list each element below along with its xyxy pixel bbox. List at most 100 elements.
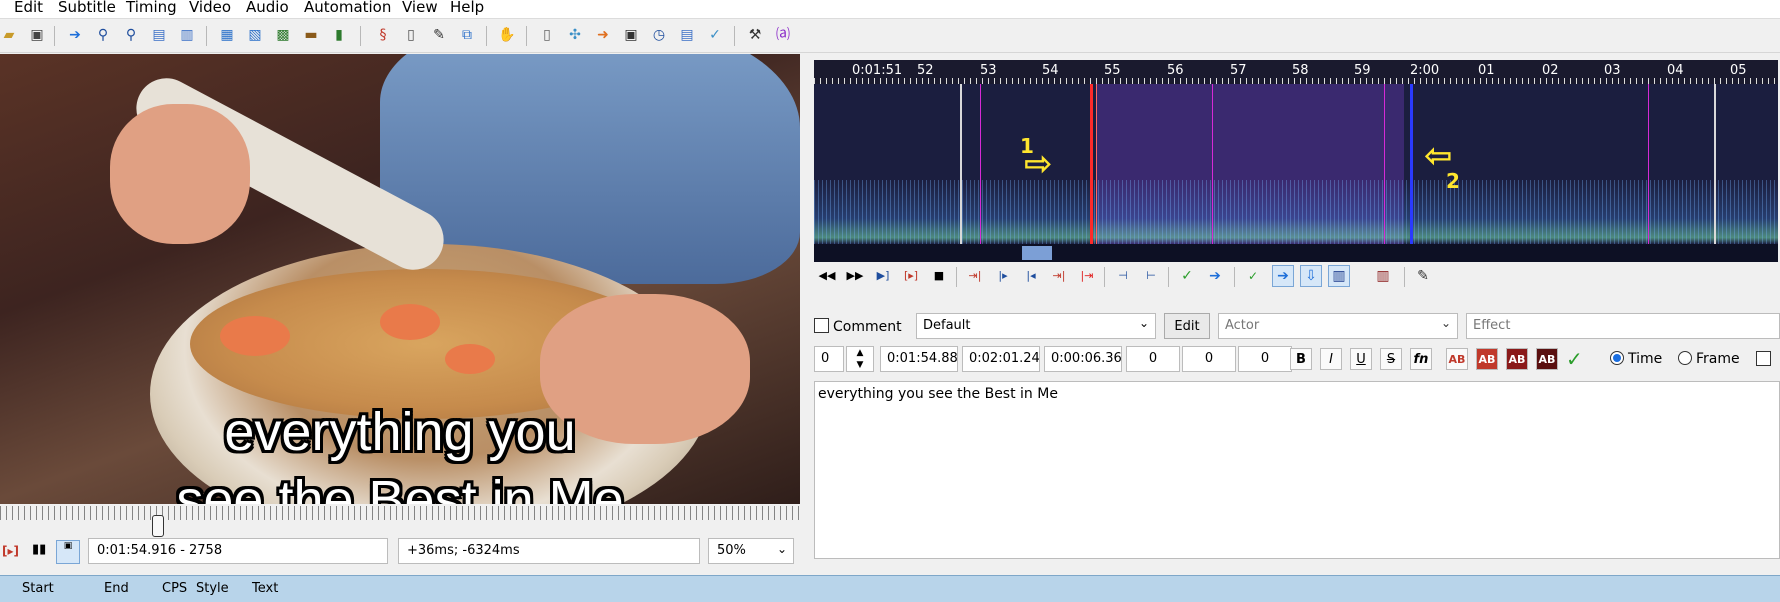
play-line-icon[interactable]: [▸]: [2, 544, 19, 570]
font-button[interactable]: fn: [1410, 348, 1432, 370]
primary-color-button[interactable]: AB: [1446, 348, 1468, 370]
shift-times-icon[interactable]: ➜: [594, 26, 612, 44]
open-icon[interactable]: ▰: [0, 26, 18, 44]
strikeout-button[interactable]: S: [1380, 348, 1402, 370]
play-500ms-before-icon[interactable]: ⇥|: [966, 267, 984, 285]
audio-start-marker[interactable]: [1090, 84, 1093, 244]
secondary-color-button[interactable]: AB: [1476, 348, 1498, 370]
menu-view[interactable]: View: [402, 0, 438, 16]
timing-post-icon[interactable]: ▯: [538, 26, 556, 44]
video-zoom-select[interactable]: 50% ⌄: [708, 538, 794, 564]
style-icon[interactable]: §: [374, 26, 392, 44]
margin-vertical-field[interactable]: 0: [1238, 346, 1292, 372]
show-original-checkbox-box[interactable]: [1756, 351, 1771, 366]
play-last-500ms-icon[interactable]: |◂: [1022, 267, 1040, 285]
spellcheck-icon[interactable]: ✓: [706, 26, 724, 44]
menu-audio[interactable]: Audio: [246, 0, 289, 16]
actor-select[interactable]: Actor ⌄: [1218, 313, 1458, 339]
audio-scrollbar[interactable]: [814, 244, 1778, 262]
save-icon[interactable]: ▣: [28, 26, 46, 44]
outline-color-button[interactable]: AB: [1506, 348, 1528, 370]
menu-automation[interactable]: Automation: [304, 0, 391, 16]
paste-icon[interactable]: ▧: [246, 26, 264, 44]
autoscroll-icon[interactable]: ▣: [56, 540, 80, 564]
karaoke-edit-icon[interactable]: ✎: [1414, 267, 1432, 285]
edit-style-button[interactable]: Edit: [1164, 313, 1210, 339]
attach-icon[interactable]: ▯: [402, 26, 420, 44]
shadow-color-button[interactable]: AB: [1536, 348, 1558, 370]
translate-icon[interactable]: ✋: [498, 26, 516, 44]
show-original-checkbox[interactable]: [1756, 351, 1775, 368]
margin-left-field[interactable]: 0: [1126, 346, 1180, 372]
frame-radio-button[interactable]: [1678, 351, 1692, 365]
play-to-end-icon[interactable]: |⇥: [1078, 267, 1096, 285]
audio-waveform[interactable]: 0:01:51 52 53 54 55 56 57 58 59 2:00 01 …: [814, 60, 1778, 262]
grid-column-style[interactable]: Style: [196, 581, 229, 596]
menu-timing[interactable]: Timing: [126, 0, 177, 16]
style-select[interactable]: Default ⌄: [916, 313, 1156, 339]
copy-icon[interactable]: ▦: [218, 26, 236, 44]
jump-icon[interactable]: ➔: [66, 26, 84, 44]
menu-video[interactable]: Video: [189, 0, 231, 16]
layer-field[interactable]: 0: [814, 346, 844, 372]
resample-icon[interactable]: ⧉: [458, 26, 476, 44]
pause-icon[interactable]: ▮▮: [32, 542, 46, 568]
margin-right-field[interactable]: 0: [1182, 346, 1236, 372]
play-current-line-icon[interactable]: [▸]: [902, 267, 920, 285]
grid-column-text[interactable]: Text: [252, 581, 278, 596]
layer-spinner[interactable]: ▲ ▼: [846, 346, 874, 372]
prev-line-icon[interactable]: ◀◀: [818, 267, 836, 285]
audio-scroll-thumb[interactable]: [1022, 246, 1052, 260]
zoom-out-icon[interactable]: ⚲: [122, 26, 140, 44]
lead-in-icon[interactable]: ⊣: [1114, 267, 1132, 285]
menu-help[interactable]: Help: [450, 0, 484, 16]
end-time-field[interactable]: 0:02:01.24: [962, 346, 1040, 372]
karaoke-icon[interactable]: ▥: [1374, 267, 1392, 285]
menu-edit[interactable]: Edit: [14, 0, 43, 16]
automation-icon[interactable]: ⒜: [774, 26, 792, 44]
comment-checkbox-box[interactable]: [814, 318, 829, 333]
stop-icon[interactable]: ■: [930, 267, 948, 285]
zoom-in-icon[interactable]: ⚲: [94, 26, 112, 44]
play-500ms-after-icon[interactable]: ⇥|: [1050, 267, 1068, 285]
clock-icon[interactable]: ◷: [650, 26, 668, 44]
select-icon[interactable]: ▣: [622, 26, 640, 44]
spell-icon[interactable]: ▤: [678, 26, 696, 44]
play-selection-icon[interactable]: ▶]: [874, 267, 892, 285]
play-first-500ms-icon[interactable]: |▸: [994, 267, 1012, 285]
spectrum-icon[interactable]: ▥: [1328, 265, 1350, 287]
next-line-icon[interactable]: ▶▶: [846, 267, 864, 285]
subtitle-text-editor[interactable]: everything you see the Best in Me: [814, 381, 1780, 559]
keyframe-icon[interactable]: ▮: [330, 26, 348, 44]
italic-button[interactable]: I: [1320, 348, 1342, 370]
duration-field[interactable]: 0:00:06.36: [1044, 346, 1122, 372]
start-time-field[interactable]: 0:01:54.88: [880, 346, 958, 372]
effect-field[interactable]: Effect: [1466, 313, 1780, 339]
menu-subtitle[interactable]: Subtitle: [58, 0, 116, 16]
grid-column-cps[interactable]: CPS: [162, 581, 187, 596]
commit-icon[interactable]: ✓: [1178, 267, 1196, 285]
underline-button[interactable]: U: [1350, 348, 1372, 370]
kanji-timer-icon[interactable]: ✣: [566, 26, 584, 44]
video-seek-bar[interactable]: [0, 506, 800, 520]
auto-commit-icon[interactable]: ✓: [1244, 267, 1262, 285]
grid-column-end[interactable]: End: [104, 581, 129, 596]
video-display[interactable]: everything you see the Best in Me: [0, 54, 800, 504]
audio-end-marker[interactable]: [1410, 84, 1413, 244]
fonts-icon[interactable]: ✎: [430, 26, 448, 44]
time-radio-button[interactable]: [1610, 351, 1624, 365]
video-seek-thumb[interactable]: [152, 515, 164, 537]
bold-button[interactable]: B: [1290, 348, 1312, 370]
find-icon[interactable]: ▤: [150, 26, 168, 44]
settings-icon[interactable]: ⚒: [746, 26, 764, 44]
auto-next-icon[interactable]: ➔: [1272, 265, 1294, 287]
go-to-next-icon[interactable]: ➔: [1206, 267, 1224, 285]
lead-out-icon[interactable]: ⊢: [1142, 267, 1160, 285]
video-icon[interactable]: ▩: [274, 26, 292, 44]
commit-icon[interactable]: ✓: [1566, 347, 1583, 371]
video-time-frame-field[interactable]: 0:01:54.916 - 2758: [88, 538, 388, 564]
time-radio[interactable]: Time: [1610, 351, 1662, 367]
film-icon[interactable]: ▬: [302, 26, 320, 44]
replace-icon[interactable]: ▥: [178, 26, 196, 44]
comment-checkbox[interactable]: Comment: [814, 318, 902, 335]
